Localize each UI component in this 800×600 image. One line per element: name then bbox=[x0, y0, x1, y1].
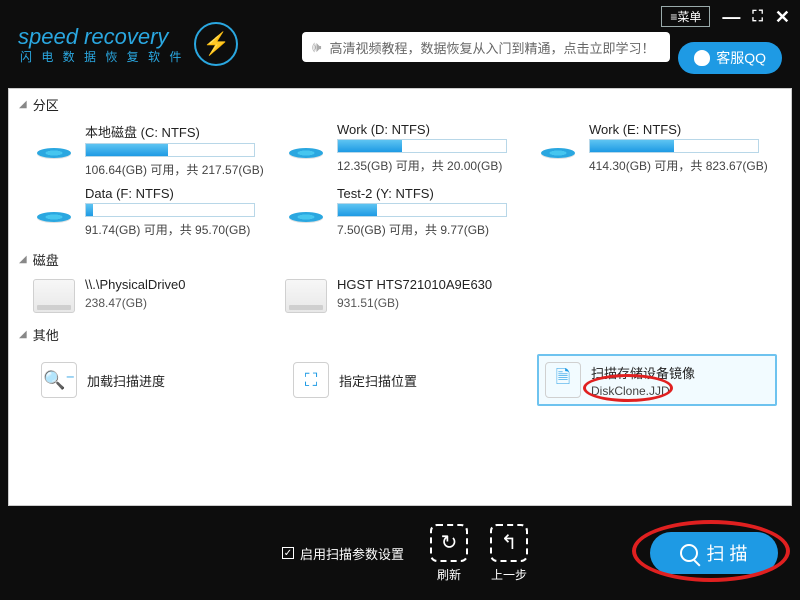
section-disks-title: 磁盘 bbox=[33, 250, 59, 269]
other-label: 加载扫描进度 bbox=[87, 371, 165, 390]
partition-item[interactable]: Work (D: NTFS) 12.35(GB) 可用，共 20.00(GB) bbox=[285, 122, 525, 178]
minimize-button[interactable]: — bbox=[722, 8, 740, 26]
disk-icon bbox=[33, 124, 75, 160]
disk-icon bbox=[33, 188, 75, 224]
other-label: 指定扫描位置 bbox=[339, 371, 417, 390]
partition-desc: 414.30(GB) 可用，共 823.67(GB) bbox=[589, 157, 777, 174]
tutorial-banner[interactable]: 🕪 高清视频教程，数据恢复从入门到精通，点击立即学习！ bbox=[302, 32, 670, 62]
partition-name: Work (D: NTFS) bbox=[337, 122, 525, 137]
back-label: 上一步 bbox=[491, 566, 527, 583]
logo-title: speed recovery bbox=[18, 24, 184, 50]
physical-disk-item[interactable]: HGST HTS721010A9E630 931.51(GB) bbox=[285, 277, 525, 313]
specify-scan-location-item[interactable]: ⛶ 指定扫描位置 bbox=[285, 354, 525, 406]
refresh-icon: ↻ bbox=[430, 524, 468, 562]
checkbox-label: 启用扫描参数设置 bbox=[300, 544, 404, 563]
refresh-label: 刷新 bbox=[437, 566, 461, 583]
partition-name: Work (E: NTFS) bbox=[589, 122, 777, 137]
usage-bar bbox=[589, 139, 759, 153]
partition-desc: 12.35(GB) 可用，共 20.00(GB) bbox=[337, 157, 525, 174]
disk-name: HGST HTS721010A9E630 bbox=[337, 277, 525, 292]
back-icon: ↰ bbox=[490, 524, 528, 562]
section-other-title: 其他 bbox=[33, 325, 59, 344]
partition-desc: 106.64(GB) 可用，共 217.57(GB) bbox=[85, 161, 273, 178]
locate-icon: ⛶ bbox=[293, 362, 329, 398]
partition-item[interactable]: Work (E: NTFS) 414.30(GB) 可用，共 823.67(GB) bbox=[537, 122, 777, 178]
physical-disk-icon bbox=[285, 279, 327, 313]
image-file-icon: 🗎 bbox=[545, 362, 581, 398]
refresh-button[interactable]: ↻ 刷新 bbox=[430, 524, 468, 583]
section-disks-header[interactable]: ◢ 磁盘 bbox=[9, 244, 791, 275]
qq-label: 客服QQ bbox=[716, 48, 766, 68]
physical-disk-item[interactable]: \\.\PhysicalDrive0 238.47(GB) bbox=[33, 277, 273, 313]
tutorial-text: 高清视频教程，数据恢复从入门到精通，点击立即学习！ bbox=[329, 38, 654, 57]
partition-item[interactable]: Data (F: NTFS) 91.74(GB) 可用，共 95.70(GB) bbox=[33, 186, 273, 238]
magnifier-icon bbox=[680, 544, 698, 562]
scan-device-image-item[interactable]: 🗎 扫描存储设备镜像 DiskClone.JJD bbox=[537, 354, 777, 406]
other-label: 扫描存储设备镜像 bbox=[591, 363, 695, 382]
back-button[interactable]: ↰ 上一步 bbox=[490, 524, 528, 583]
partition-name: Data (F: NTFS) bbox=[85, 186, 273, 201]
search-icon: 🔍⁻ bbox=[41, 362, 77, 398]
enable-scan-params-checkbox[interactable]: ✓ 启用扫描参数设置 bbox=[282, 544, 404, 563]
qq-icon bbox=[694, 50, 710, 66]
disk-icon bbox=[285, 124, 327, 160]
disk-icon bbox=[537, 124, 579, 160]
usage-bar bbox=[85, 203, 255, 217]
load-scan-progress-item[interactable]: 🔍⁻ 加载扫描进度 bbox=[33, 354, 273, 406]
section-partitions-header[interactable]: ◢ 分区 bbox=[9, 89, 791, 120]
physical-disk-icon bbox=[33, 279, 75, 313]
customer-service-qq-button[interactable]: 客服QQ bbox=[678, 42, 782, 74]
disk-size: 931.51(GB) bbox=[337, 296, 525, 310]
usage-bar bbox=[85, 143, 255, 157]
main-panel: ◢ 分区 本地磁盘 (C: NTFS) 106.64(GB) 可用，共 217.5… bbox=[8, 88, 792, 506]
disk-name: \\.\PhysicalDrive0 bbox=[85, 277, 273, 292]
menu-button[interactable]: ≡菜单 bbox=[661, 6, 710, 27]
disk-icon bbox=[285, 188, 327, 224]
partition-name: Test-2 (Y: NTFS) bbox=[337, 186, 525, 201]
partition-desc: 7.50(GB) 可用，共 9.77(GB) bbox=[337, 221, 525, 238]
usage-bar bbox=[337, 203, 507, 217]
collapse-icon: ◢ bbox=[19, 329, 27, 340]
usage-bar bbox=[337, 139, 507, 153]
partition-item[interactable]: Test-2 (Y: NTFS) 7.50(GB) 可用，共 9.77(GB) bbox=[285, 186, 525, 238]
logo-subtitle: 闪 电 数 据 恢 复 软 件 bbox=[20, 50, 184, 64]
section-other-header[interactable]: ◢ 其他 bbox=[9, 319, 791, 350]
close-button[interactable]: ✕ bbox=[775, 8, 790, 26]
speaker-icon: 🕪 bbox=[312, 39, 321, 56]
maximize-button[interactable]: ⛶ bbox=[752, 9, 763, 24]
collapse-icon: ◢ bbox=[19, 254, 27, 265]
scan-label: 扫 描 bbox=[706, 540, 747, 566]
partition-desc: 91.74(GB) 可用，共 95.70(GB) bbox=[85, 221, 273, 238]
section-partitions-title: 分区 bbox=[33, 95, 59, 114]
other-sub: DiskClone.JJD bbox=[591, 384, 695, 398]
checkbox-icon: ✓ bbox=[282, 547, 294, 559]
partition-name: 本地磁盘 (C: NTFS) bbox=[85, 122, 273, 141]
disk-size: 238.47(GB) bbox=[85, 296, 273, 310]
partition-item[interactable]: 本地磁盘 (C: NTFS) 106.64(GB) 可用，共 217.57(GB) bbox=[33, 122, 273, 178]
app-logo: speed recovery 闪 电 数 据 恢 复 软 件 ⚡ bbox=[18, 22, 238, 66]
collapse-icon: ◢ bbox=[19, 99, 27, 110]
lightning-icon: ⚡ bbox=[194, 22, 238, 66]
scan-button[interactable]: 扫 描 bbox=[650, 532, 778, 574]
